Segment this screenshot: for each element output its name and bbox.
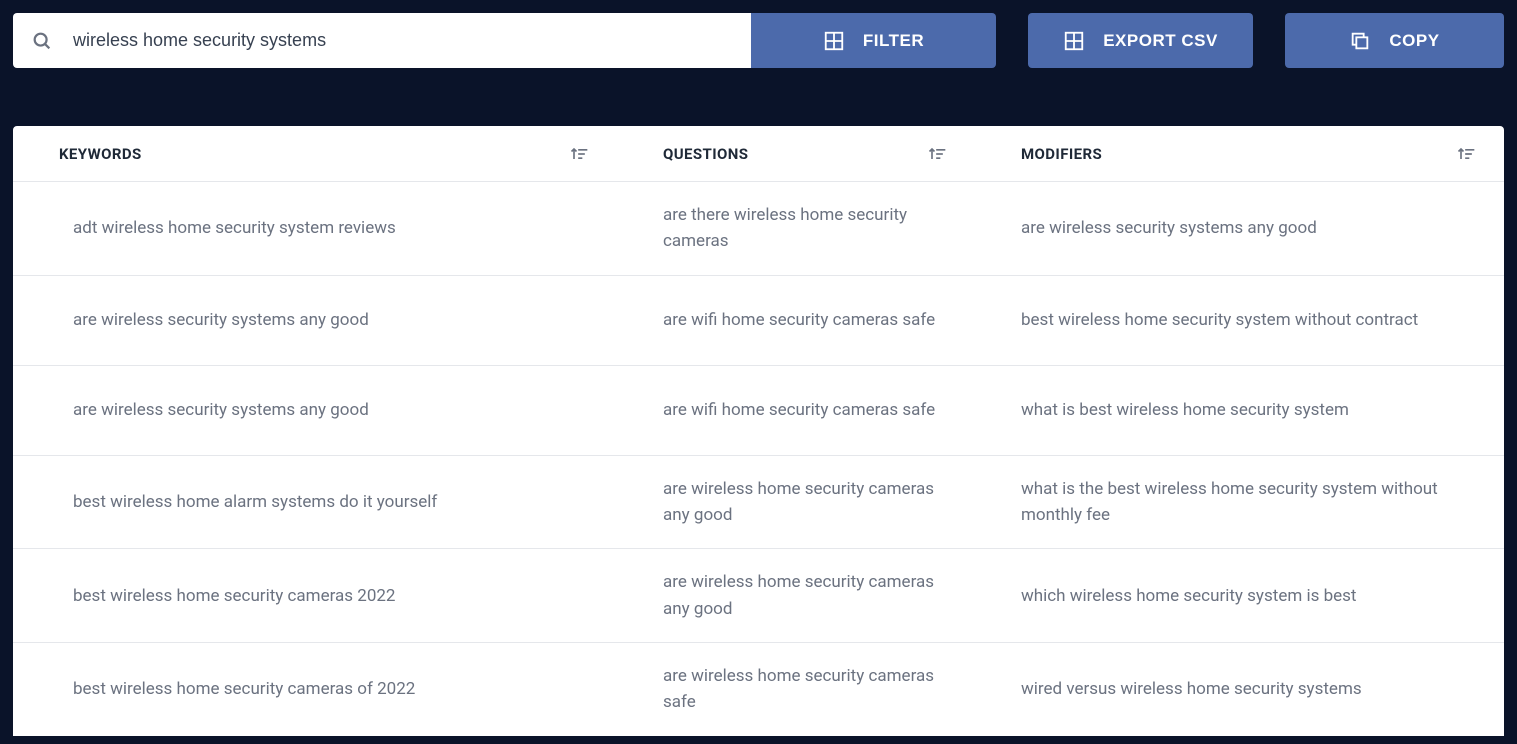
- question-cell[interactable]: are wireless home security cameras safe: [617, 643, 975, 736]
- table-row: best wireless home security cameras 2022…: [13, 549, 1504, 643]
- question-cell[interactable]: are wifi home security cameras safe: [617, 377, 975, 443]
- sort-icon[interactable]: [927, 144, 947, 164]
- table-row: best wireless home alarm systems do it y…: [13, 456, 1504, 550]
- column-header-modifiers: MODIFIERS: [975, 126, 1504, 181]
- table-row: are wireless security systems any good a…: [13, 276, 1504, 366]
- column-label: QUESTIONS: [663, 145, 748, 163]
- modifier-cell[interactable]: what is best wireless home security syst…: [975, 377, 1504, 443]
- results-panel: KEYWORDS QUESTIONS: [13, 126, 1504, 736]
- question-cell[interactable]: are wireless home security cameras any g…: [617, 456, 975, 549]
- sort-icon[interactable]: [1456, 144, 1476, 164]
- toolbar: FILTER EXPORT CSV COPY: [0, 0, 1517, 81]
- table-body: adt wireless home security system review…: [13, 182, 1504, 736]
- keyword-cell[interactable]: are wireless security systems any good: [13, 287, 617, 353]
- table-row: adt wireless home security system review…: [13, 182, 1504, 276]
- column-label: MODIFIERS: [1021, 145, 1102, 163]
- modifier-cell[interactable]: what is the best wireless home security …: [975, 456, 1504, 549]
- keyword-cell[interactable]: best wireless home security cameras of 2…: [13, 656, 617, 722]
- table-row: best wireless home security cameras of 2…: [13, 643, 1504, 736]
- grid-icon: [1063, 30, 1085, 52]
- modifier-cell[interactable]: best wireless home security system witho…: [975, 287, 1504, 353]
- modifier-cell[interactable]: which wireless home security system is b…: [975, 563, 1504, 629]
- keyword-cell[interactable]: adt wireless home security system review…: [13, 195, 617, 261]
- keyword-cell[interactable]: best wireless home security cameras 2022: [13, 563, 617, 629]
- column-label: KEYWORDS: [59, 145, 142, 163]
- search-input[interactable]: [73, 30, 733, 51]
- keyword-cell[interactable]: best wireless home alarm systems do it y…: [13, 469, 617, 535]
- copy-button[interactable]: COPY: [1285, 13, 1504, 68]
- filter-button[interactable]: FILTER: [751, 13, 996, 68]
- search-icon: [31, 30, 53, 52]
- search-filter-group: FILTER: [13, 13, 996, 68]
- question-cell[interactable]: are wifi home security cameras safe: [617, 287, 975, 353]
- question-cell[interactable]: are wireless home security cameras any g…: [617, 549, 975, 642]
- copy-label: COPY: [1389, 31, 1439, 51]
- search-box[interactable]: [13, 13, 751, 68]
- export-csv-button[interactable]: EXPORT CSV: [1028, 13, 1253, 68]
- sort-icon[interactable]: [569, 144, 589, 164]
- question-cell[interactable]: are there wireless home security cameras: [617, 182, 975, 275]
- copy-icon: [1349, 30, 1371, 52]
- keyword-cell[interactable]: are wireless security systems any good: [13, 377, 617, 443]
- column-headers: KEYWORDS QUESTIONS: [13, 126, 1504, 182]
- modifier-cell[interactable]: wired versus wireless home security syst…: [975, 656, 1504, 722]
- column-header-keywords: KEYWORDS: [13, 126, 617, 181]
- modifier-cell[interactable]: are wireless security systems any good: [975, 195, 1504, 261]
- table-row: are wireless security systems any good a…: [13, 366, 1504, 456]
- grid-icon: [823, 30, 845, 52]
- column-header-questions: QUESTIONS: [617, 126, 975, 181]
- filter-label: FILTER: [863, 31, 924, 51]
- export-label: EXPORT CSV: [1103, 31, 1218, 51]
